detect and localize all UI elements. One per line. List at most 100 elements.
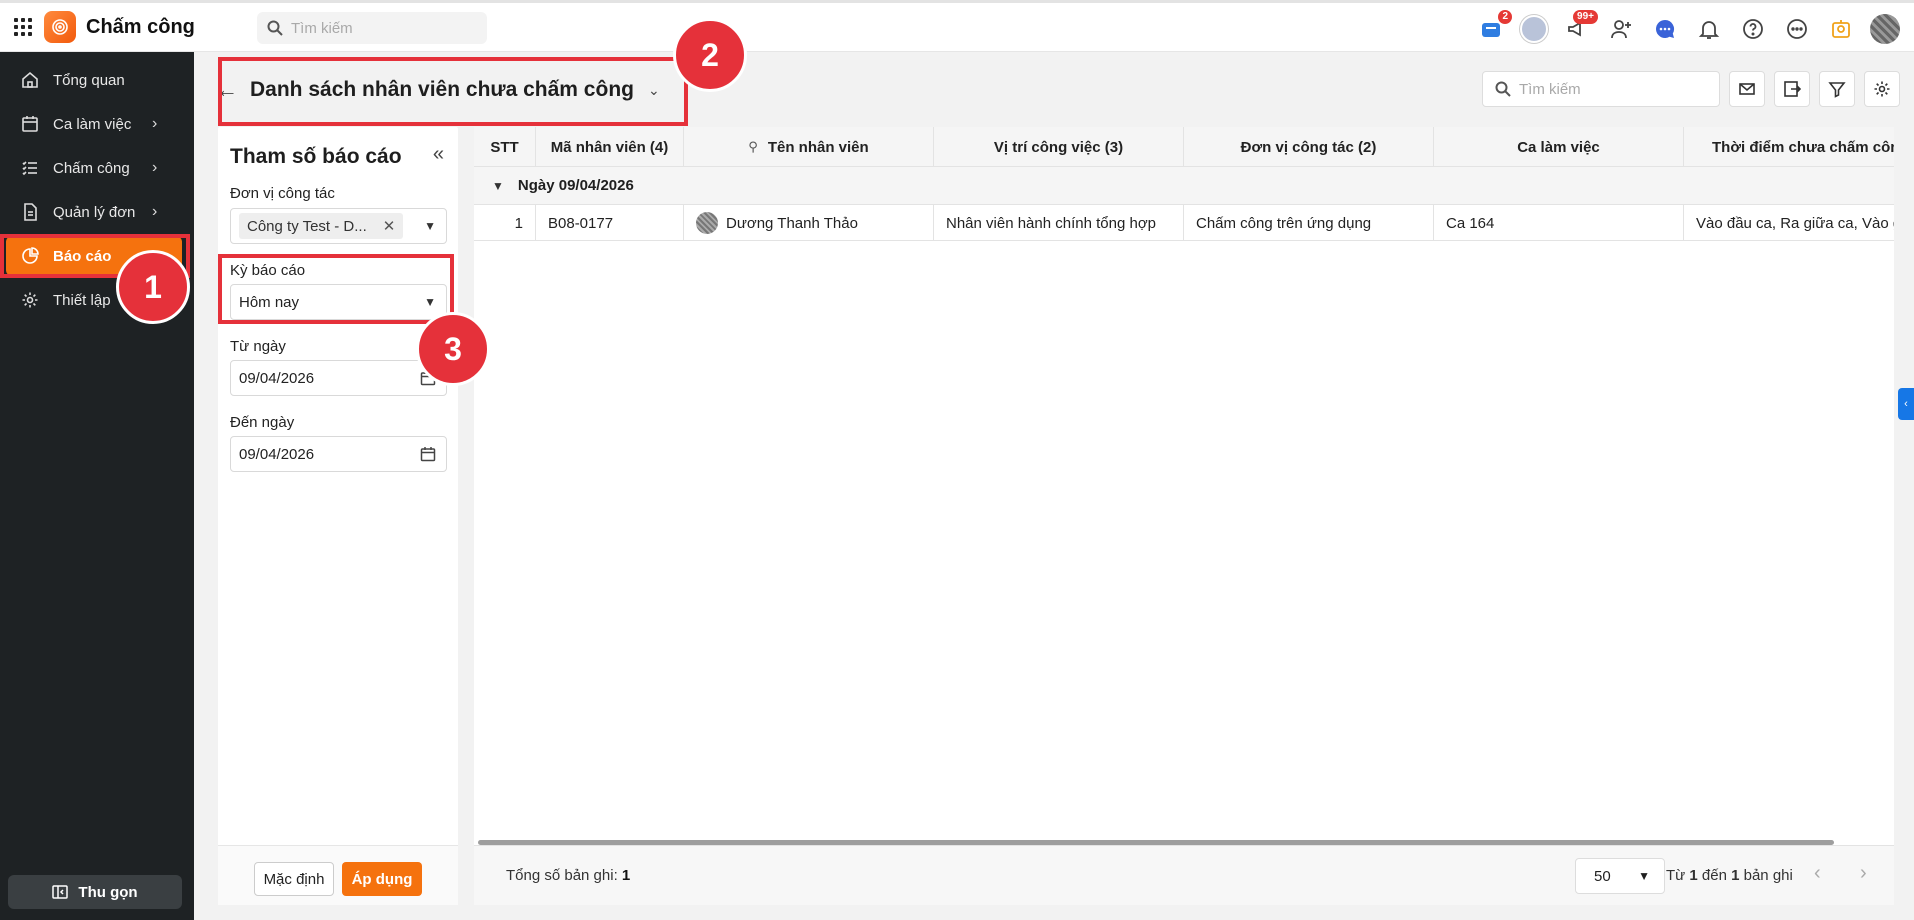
calendar-icon[interactable]: [420, 446, 436, 462]
sidebar-item-label: Quản lý đơn: [53, 203, 136, 221]
home-icon: [20, 70, 40, 90]
export-button[interactable]: [1774, 71, 1810, 107]
column-header-position[interactable]: Vị trí công việc (3): [934, 127, 1184, 167]
report-table: STT Mã nhân viên (4) ⚲ Tên nhân viên Vị …: [474, 127, 1894, 905]
params-title: Tham số báo cáo: [230, 145, 402, 168]
params-footer: Mặc định Áp dụng: [218, 845, 458, 905]
top-bar: Chấm công 2 99+: [0, 0, 1914, 52]
export-icon: [1784, 81, 1801, 97]
total-value: 1: [621, 867, 631, 884]
annotation-box-2: [218, 57, 688, 126]
annotation-badge-2: 2: [673, 18, 747, 92]
report-params-panel: Tham số báo cáo « Đơn vị công tác Công t…: [218, 127, 458, 905]
apps-grid-icon[interactable]: [12, 16, 34, 38]
filter-icon: [1828, 82, 1846, 98]
collapse-label: Thu gọn: [78, 883, 138, 901]
app-name: Chấm công: [86, 15, 195, 38]
email-button[interactable]: [1729, 71, 1765, 107]
table-footer: Tổng số bản ghi: 1 50 ▼ Từ 1 đến 1 bản g…: [474, 845, 1894, 905]
range-suffix: bản ghi: [1743, 867, 1793, 884]
checklist-icon: [20, 158, 40, 178]
chevron-right-icon: ›: [152, 115, 158, 132]
next-page-icon[interactable]: ›: [1860, 862, 1867, 885]
app-logo[interactable]: [44, 11, 76, 43]
side-panel-toggle[interactable]: ‹: [1898, 388, 1914, 420]
from-date-label: Từ ngày: [230, 338, 286, 355]
toolbar: [1482, 71, 1900, 107]
table-header: STT Mã nhân viên (4) ⚲ Tên nhân viên Vị …: [474, 127, 1894, 167]
table-search-input[interactable]: [1519, 80, 1709, 98]
sidebar-item-shifts[interactable]: Ca làm việc ›: [0, 104, 194, 144]
unit-chip: Công ty Test - D... ✕: [239, 213, 404, 239]
pin-icon[interactable]: ⚲: [748, 139, 758, 155]
to-date-value: 09/04/2026: [239, 445, 315, 463]
annotation-badge-3: 3: [416, 312, 490, 386]
double-chevron-left-icon[interactable]: «: [433, 143, 444, 166]
global-search[interactable]: [257, 12, 487, 44]
cell-name-label: Dương Thanh Thảo: [726, 214, 858, 232]
table-search[interactable]: [1482, 71, 1720, 107]
column-header-missing[interactable]: Thời điểm chưa chấm công: [1684, 127, 1894, 167]
column-header-unit[interactable]: Đơn vị công tác (2): [1184, 127, 1434, 167]
unit-label: Đơn vị công tác: [230, 185, 335, 202]
column-header-shift[interactable]: Ca làm việc: [1434, 127, 1684, 167]
default-button[interactable]: Mặc định: [254, 862, 334, 896]
sidebar-item-label: Ca làm việc: [53, 115, 132, 133]
add-user-icon[interactable]: [1606, 14, 1636, 44]
column-header-name[interactable]: ⚲ Tên nhân viên: [684, 127, 934, 167]
prev-page-icon[interactable]: ‹: [1814, 862, 1821, 885]
gear-icon: [20, 290, 40, 310]
total-label: Tổng số bản ghi:: [506, 867, 618, 884]
range-to: 1: [1731, 867, 1740, 884]
group-row[interactable]: ▼ Ngày 09/04/2026: [474, 167, 1894, 205]
unit-select[interactable]: Công ty Test - D... ✕ ▼: [230, 208, 447, 244]
sidebar-item-requests[interactable]: Quản lý đơn ›: [0, 192, 194, 232]
cell-unit: Chấm công trên ứng dụng: [1184, 205, 1434, 241]
from-date-field[interactable]: 09/04/2026: [230, 360, 447, 396]
document-icon: [20, 202, 40, 222]
column-header-code[interactable]: Mã nhân viên (4): [536, 127, 684, 167]
sidebar-item-overview[interactable]: Tổng quan: [0, 60, 194, 100]
to-date-label: Đến ngày: [230, 414, 295, 431]
top-icons: 2 99+: [1476, 10, 1900, 47]
cell-missing: Vào đầu ca, Ra giữa ca, Vào giữa ca: [1696, 214, 1894, 232]
sidebar: Tổng quan Ca làm việc › Chấm công › Quản…: [0, 52, 194, 920]
annotation-box-3: [218, 254, 454, 324]
chevron-right-icon: ›: [152, 159, 158, 176]
range-from: 1: [1689, 867, 1698, 884]
cell-position: Nhân viên hành chính tổng hợp: [934, 205, 1184, 241]
timekeeping-icon[interactable]: [1826, 14, 1856, 44]
settings-button[interactable]: [1864, 71, 1900, 107]
more-icon[interactable]: [1782, 14, 1812, 44]
user-avatar-small[interactable]: [1520, 15, 1548, 43]
sidebar-item-label: Tổng quan: [53, 71, 125, 89]
table-row[interactable]: 1 B08-0177 Dương Thanh Thảo Nhân viên hà…: [474, 205, 1894, 241]
total-records: Tổng số bản ghi: 1: [506, 867, 630, 884]
bell-icon[interactable]: [1694, 14, 1724, 44]
record-range: Từ 1 đến 1 bản ghi: [1666, 867, 1793, 884]
megaphone-icon[interactable]: 99+: [1562, 10, 1598, 44]
apply-button[interactable]: Áp dụng: [342, 862, 422, 896]
range-prefix: Từ: [1666, 867, 1686, 884]
chevron-down-icon[interactable]: ▼: [492, 179, 504, 193]
from-date-value: 09/04/2026: [239, 369, 315, 387]
column-header-stt[interactable]: STT: [474, 127, 536, 167]
filter-button[interactable]: [1819, 71, 1855, 107]
profile-avatar[interactable]: [1870, 14, 1900, 44]
chevron-down-icon: ▼: [424, 219, 436, 233]
chevron-down-icon: ▼: [1638, 869, 1650, 883]
page-size-value: 50: [1594, 867, 1611, 885]
page-size-select[interactable]: 50 ▼: [1575, 858, 1665, 894]
close-icon[interactable]: ✕: [383, 217, 396, 235]
help-icon[interactable]: [1738, 14, 1768, 44]
cell-shift: Ca 164: [1434, 205, 1684, 241]
chat-icon[interactable]: [1650, 14, 1680, 44]
sidebar-item-timekeeping[interactable]: Chấm công ›: [0, 148, 194, 188]
sidebar-item-label: Chấm công: [53, 159, 130, 177]
to-date-field[interactable]: 09/04/2026: [230, 436, 447, 472]
cart-icon[interactable]: 2: [1476, 10, 1512, 44]
collapse-sidebar-button[interactable]: Thu gọn: [8, 875, 182, 909]
global-search-input[interactable]: [291, 19, 471, 37]
group-label: Ngày 09/04/2026: [517, 177, 634, 194]
cell-name: Dương Thanh Thảo: [684, 205, 934, 241]
